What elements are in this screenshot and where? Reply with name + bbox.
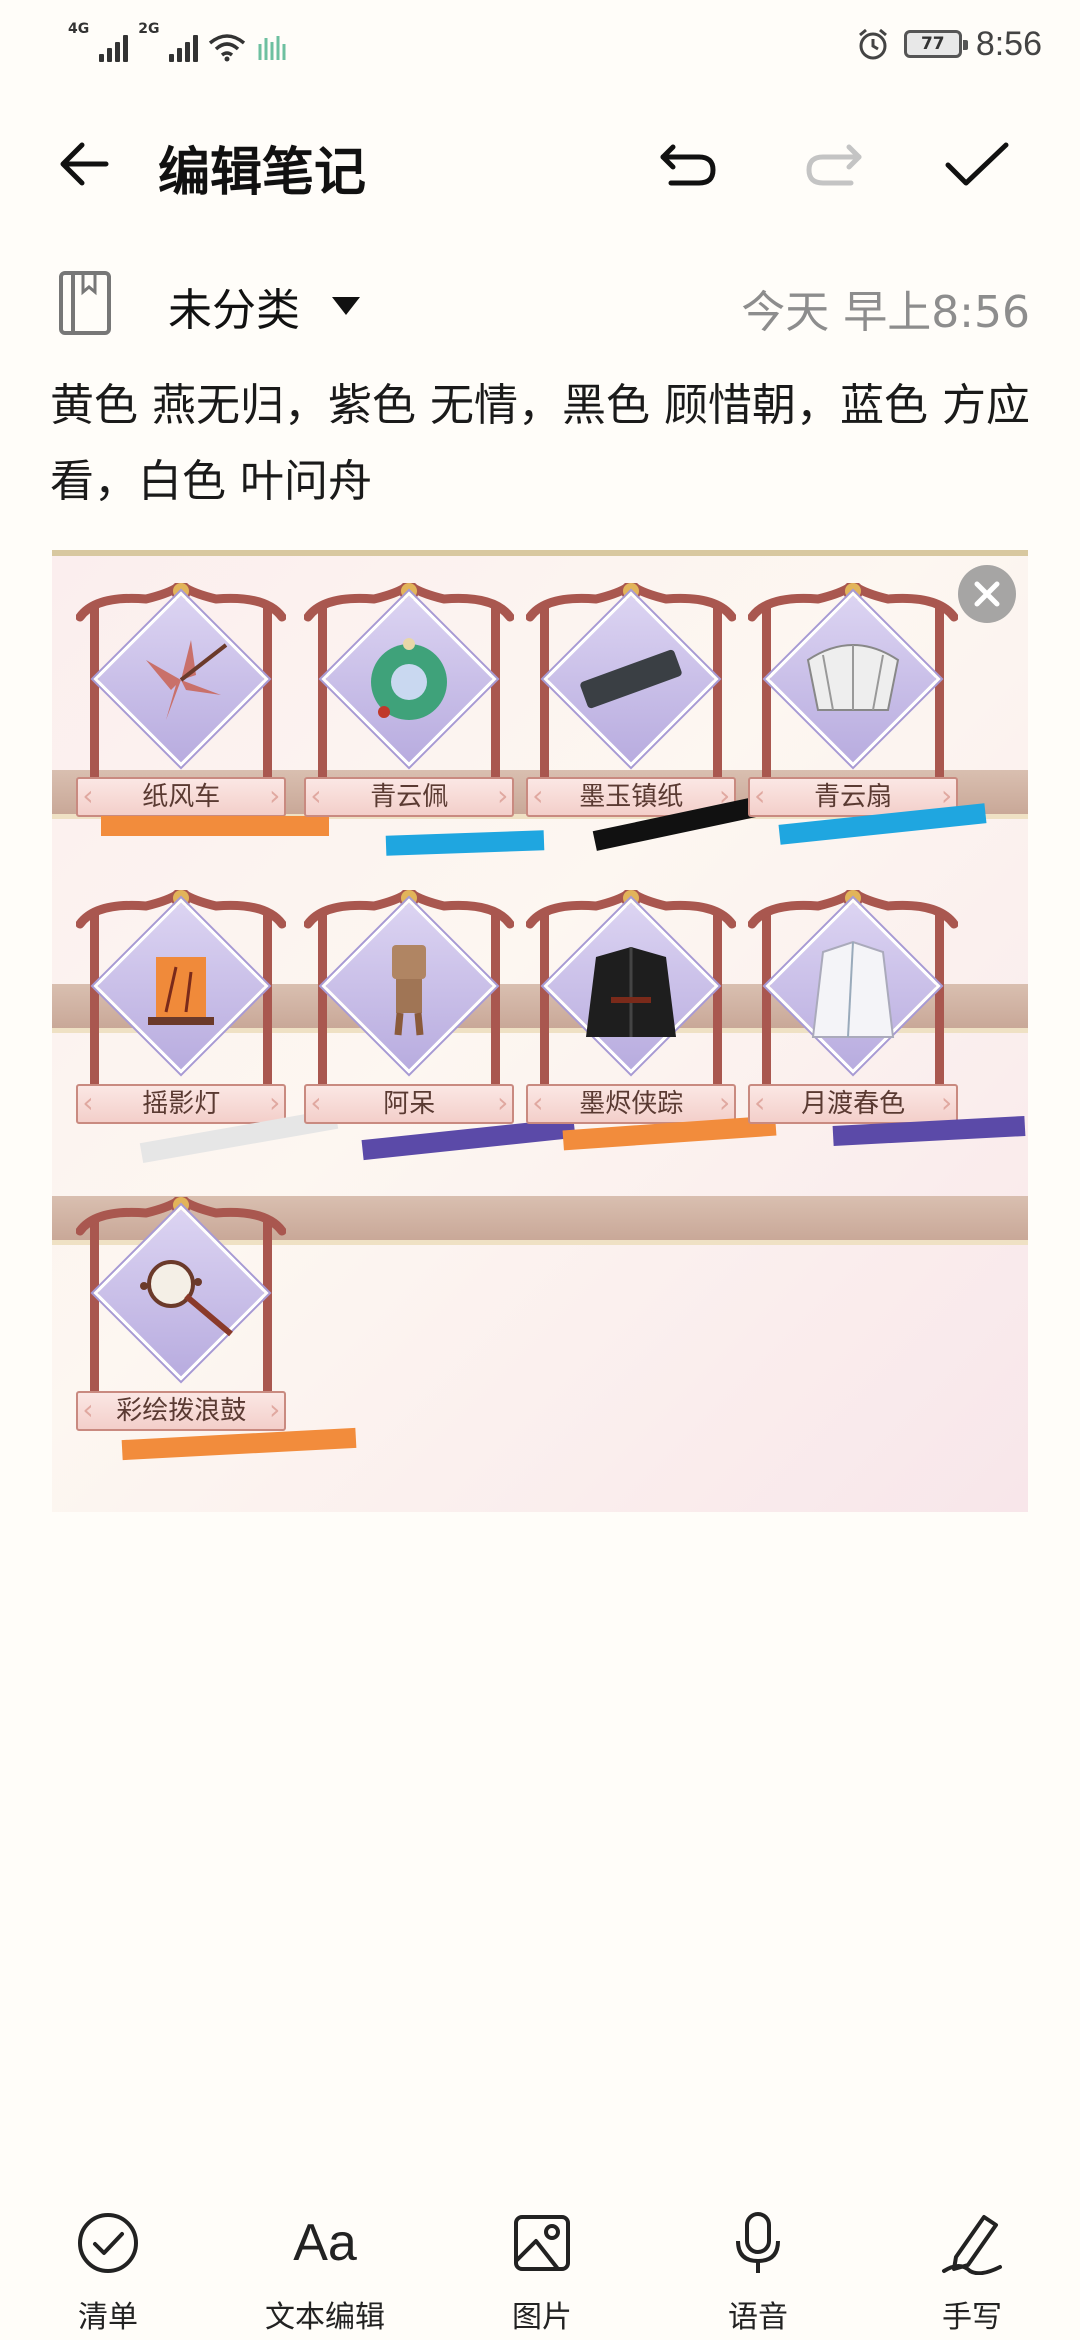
- signal-icon-2: [169, 32, 199, 62]
- note-image[interactable]: 纸风车青云佩墨玉镇纸青云扇摇影灯阿呆墨烬侠踪月渡春色彩绘拨浪鼓: [52, 550, 1028, 1512]
- handwriting-icon: [937, 2208, 1007, 2278]
- frame-post: [263, 912, 273, 1112]
- remove-image-button[interactable]: [958, 565, 1016, 623]
- text-format-label: 文本编辑: [265, 2300, 385, 2335]
- item-picture-icon: [392, 945, 427, 1036]
- frame-post: [90, 1218, 100, 1419]
- image-icon: [507, 2208, 577, 2278]
- item-picture-icon: [812, 940, 895, 1038]
- network-type-1: 4G: [68, 21, 90, 37]
- shelf-item: 纸风车: [76, 565, 287, 825]
- status-bar-right: 77 8:56: [856, 20, 1042, 68]
- frame-post: [263, 605, 273, 806]
- item-picture-icon: [146, 640, 228, 721]
- frame-post: [935, 912, 945, 1112]
- frame-post: [540, 912, 550, 1112]
- bottom-toolbar: 清单 Aa 文本编辑 图片 语音 手写: [0, 2190, 1080, 2340]
- shelf-item: 阿呆: [304, 872, 515, 1132]
- checklist-button[interactable]: 清单: [18, 2190, 198, 2340]
- voice-label: 语音: [728, 2300, 788, 2335]
- item-label: 摇影灯: [76, 1084, 287, 1124]
- shelf-item: 青云扇: [748, 565, 959, 825]
- status-bar-left: 4G 2G: [68, 22, 290, 62]
- redo-icon: [806, 144, 862, 186]
- undo-button[interactable]: [646, 122, 730, 206]
- item-label: 阿呆: [304, 1084, 515, 1124]
- frame-post: [263, 1218, 273, 1419]
- category-label: 未分类: [168, 285, 300, 336]
- handwriting-button[interactable]: 手写: [882, 2190, 1062, 2340]
- frame-post: [318, 912, 328, 1112]
- frame-post: [762, 605, 772, 806]
- frame-post: [491, 605, 501, 806]
- note-timestamp: 今天 早上8:56: [741, 287, 1030, 338]
- frame-post: [491, 912, 501, 1112]
- checklist-label: 清单: [78, 2300, 138, 2335]
- status-bar: 4G 2G 77 8:56: [0, 0, 1080, 90]
- battery-level: 77: [920, 34, 945, 54]
- app-notification-icon: [258, 36, 286, 60]
- shelf-item: 青云佩: [304, 565, 515, 825]
- text-format-icon: Aa: [290, 2208, 360, 2278]
- frame-post: [713, 912, 723, 1112]
- item-picture-icon: [148, 957, 215, 1025]
- alarm-icon: [858, 28, 887, 60]
- back-button[interactable]: [42, 122, 126, 206]
- image-button[interactable]: 图片: [452, 2190, 632, 2340]
- item-picture-icon: [586, 947, 677, 1037]
- network-type-2: 2G: [138, 21, 160, 37]
- frame-post: [762, 912, 772, 1112]
- text-format-glyph: Aa: [293, 2214, 357, 2272]
- back-arrow-icon: [60, 142, 109, 186]
- item-label: 月渡春色: [748, 1084, 959, 1124]
- shelf-item: 月渡春色: [748, 872, 959, 1132]
- item-label: 青云佩: [304, 777, 515, 818]
- microphone-icon: [723, 2208, 793, 2278]
- shelf-item: 摇影灯: [76, 872, 287, 1132]
- frame-post: [540, 605, 550, 806]
- notebook-icon[interactable]: [58, 270, 112, 336]
- checklist-icon: [73, 2208, 143, 2278]
- shelf-item: 彩绘拨浪鼓: [76, 1179, 287, 1439]
- voice-button[interactable]: 语音: [668, 2190, 848, 2340]
- frame-post: [90, 605, 100, 806]
- check-icon: [945, 142, 1009, 186]
- item-picture-icon: [371, 638, 448, 721]
- item-picture-icon: [580, 650, 682, 709]
- wifi-icon: [209, 34, 246, 62]
- item-picture-icon: [807, 644, 900, 712]
- item-label: 彩绘拨浪鼓: [76, 1390, 287, 1431]
- frame-post: [935, 605, 945, 806]
- frame-post: [90, 912, 100, 1112]
- caret-down-icon: [332, 297, 360, 315]
- color-marker-stripe: [100, 816, 329, 836]
- category-dropdown[interactable]: 未分类: [168, 274, 360, 338]
- note-meta-row: 未分类 今天 早上8:56: [0, 262, 1080, 352]
- image-top-border: [52, 550, 1028, 556]
- page-title: 编辑笔记: [158, 143, 367, 203]
- image-label: 图片: [512, 2300, 572, 2335]
- redo-button[interactable]: [792, 122, 876, 206]
- status-time: 8:56: [975, 24, 1042, 63]
- battery-icon: 77: [903, 30, 968, 58]
- undo-icon: [660, 144, 716, 186]
- close-icon: [974, 581, 1000, 607]
- item-label: 纸风车: [76, 777, 287, 818]
- toolbar: 编辑笔记: [0, 100, 1080, 230]
- handwriting-label: 手写: [942, 2300, 1002, 2335]
- color-marker-stripe: [386, 829, 545, 856]
- frame-post: [318, 605, 328, 806]
- note-body-text[interactable]: 黄色 燕无归，紫色 无情，黑色 顾惜朝，蓝色 方应看，白色 叶问舟: [50, 368, 1040, 520]
- item-picture-icon: [140, 1259, 234, 1337]
- text-format-button[interactable]: Aa 文本编辑: [235, 2190, 415, 2340]
- signal-icon: [99, 32, 129, 62]
- item-label: 墨烬侠踪: [526, 1084, 737, 1124]
- shelf-item: 墨玉镇纸: [526, 565, 737, 825]
- save-button[interactable]: [935, 122, 1019, 206]
- shelf-item: 墨烬侠踪: [526, 872, 737, 1132]
- frame-post: [713, 605, 723, 806]
